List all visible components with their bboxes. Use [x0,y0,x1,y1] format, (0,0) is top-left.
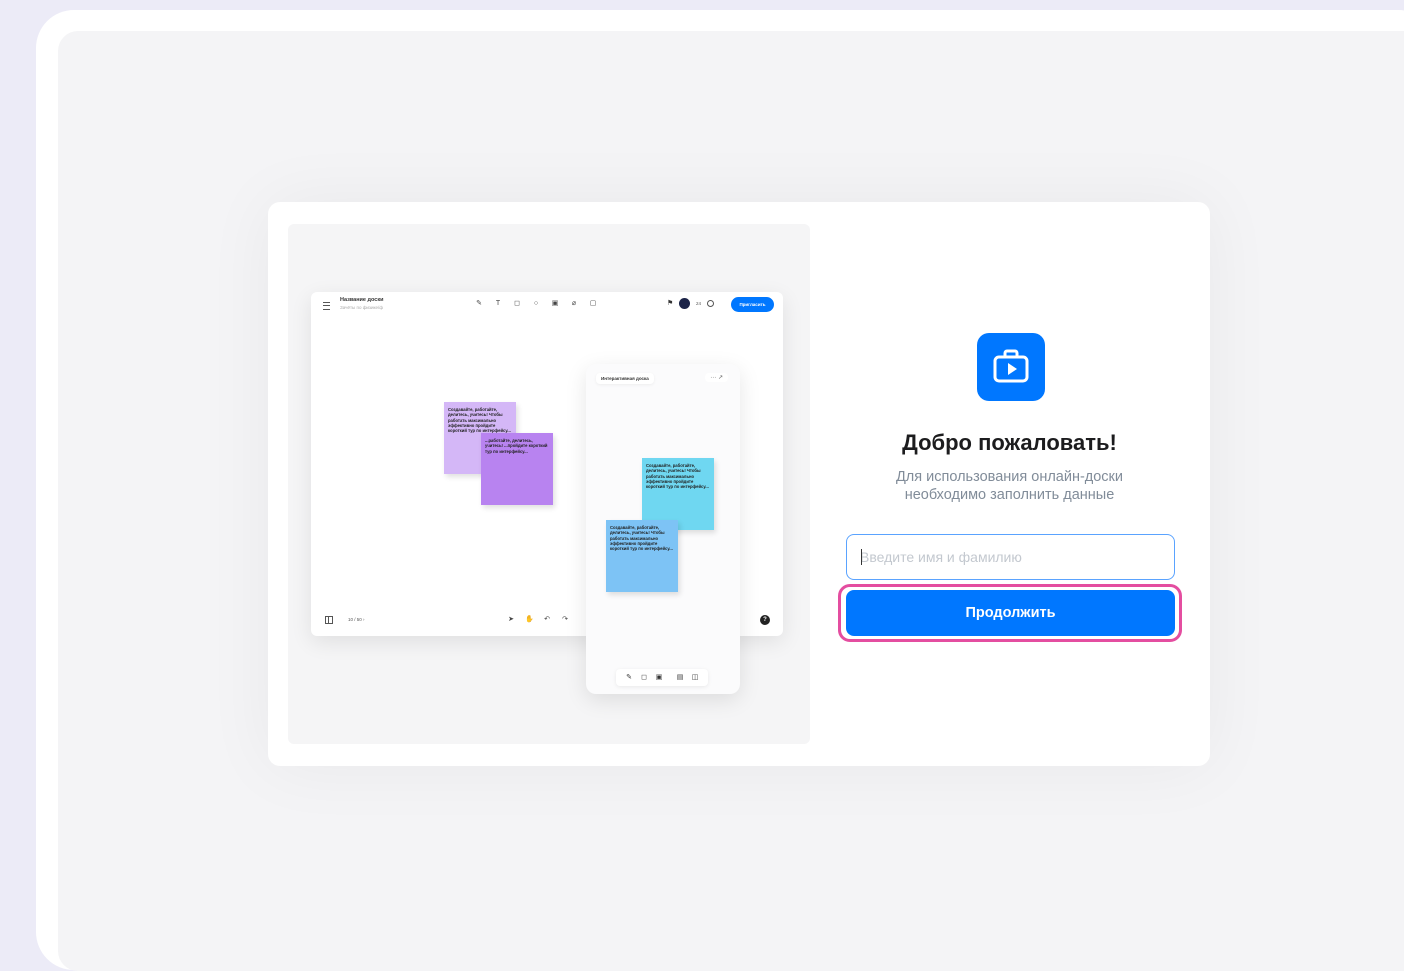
image-icon: ▣ [655,673,663,681]
sticky-note-blue: Создавайте, работайте, делитесь, учитесь… [606,520,678,592]
link-icon: ⌀ [571,300,577,307]
pen-icon: ✎ [626,673,632,681]
board-toolbar: ✎ T ◻ ○ ▣ ⌀ ▢ [475,300,597,308]
avatar [679,298,690,309]
cursor-icon: ➤ [508,616,514,623]
welcome-title: Добро пожаловать! [902,430,1117,455]
text-icon: T [495,300,501,307]
undo-icon: ↶ [544,616,550,623]
mobile-toolbar: ✎ ◻ ▣ ▤ ◫ [616,669,708,686]
mobile-board-preview: Интерактивная доска ··· ↗ Создавайте, ра… [586,364,740,694]
sticker-icon: ◻ [641,673,647,681]
pen-icon: ✎ [476,300,482,307]
board-title: Название доски [340,297,384,303]
redo-icon: ↷ [562,616,568,623]
shape-icon: ○ [533,300,539,307]
continue-button[interactable]: Продолжить [846,590,1175,636]
clock-icon [707,300,715,307]
mobile-board-title: Интерактивная доска [596,373,654,384]
board-subtitle: Зачёты по физике/ф [340,305,383,310]
comment-icon: ▢ [589,300,597,307]
sticker-icon: ◻ [514,300,520,307]
sticky-note-purple: ...работайте, делитесь, учитесь! ...прой… [481,433,553,505]
layout-icon: ◫ [691,673,699,681]
board-header: Название доски Зачёты по физике/ф ✎ T ◻ … [311,292,783,320]
flag-icon: ⚑ [667,299,674,307]
full-name-input[interactable] [846,534,1175,580]
menu-icon [323,302,330,310]
online-count: 24 [696,301,702,306]
template-icon: ▤ [676,673,684,681]
board-bottom-tools: ➤ ✋ ↶ ↷ [507,615,569,624]
sidebar-icon [325,616,333,624]
welcome-subtitle-line-2: необходимо заполнить данные [904,487,1115,503]
board-users: ⚑ 24 [667,298,715,309]
hand-icon: ✋ [525,616,534,623]
mobile-actions: ··· ↗ [705,373,728,382]
help-icon: ? [760,615,770,625]
page-indicator: 10 / 50 › [348,617,365,622]
text-caret [861,549,862,565]
welcome-card: Название доски Зачёты по физике/ф ✎ T ◻ … [268,202,1210,766]
welcome-subtitle: Для использования онлайн-доски необходим… [808,468,1211,504]
board-illustration: Название доски Зачёты по физике/ф ✎ T ◻ … [288,224,810,744]
invite-button-preview: Пригласить [731,297,774,312]
welcome-subtitle-line-1: Для использования онлайн-доски [895,469,1123,485]
briefcase-play-icon [977,333,1045,401]
image-icon: ▣ [551,300,559,307]
